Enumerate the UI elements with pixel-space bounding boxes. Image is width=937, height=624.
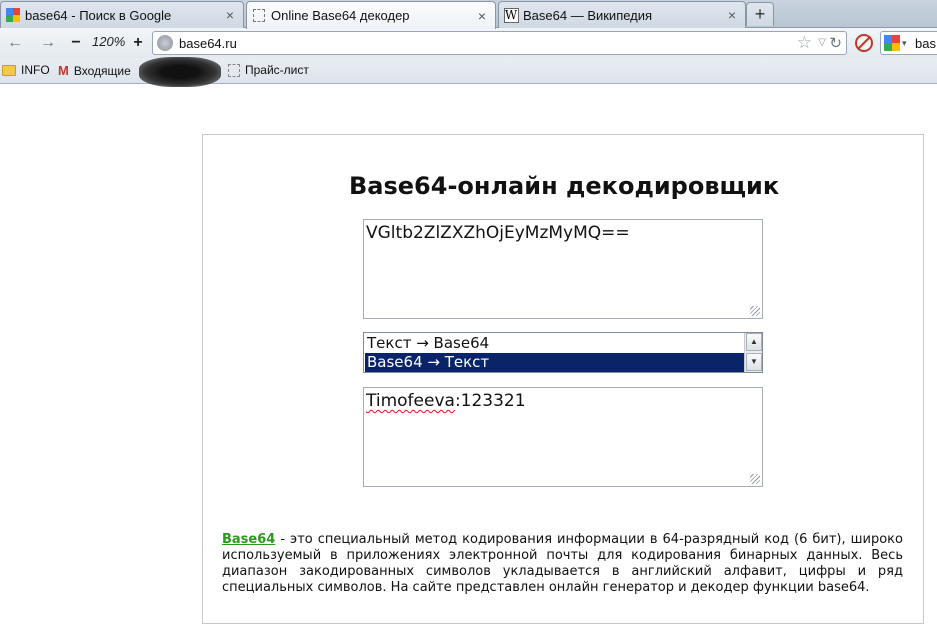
refresh-icon[interactable]: ↻ <box>829 34 842 52</box>
chevron-down-icon[interactable]: ▾ <box>902 38 907 49</box>
listbox-scrollbar[interactable]: ▲ ▼ <box>744 333 762 372</box>
input-text: VGltb2ZlZXZhOjEyMzMyMQ== <box>366 223 630 243</box>
zoom-level[interactable]: 120% <box>92 34 125 49</box>
bookmark-price-list[interactable]: Прайс-лист <box>228 63 309 77</box>
description-paragraph: Base64 - это специальный метод кодирован… <box>222 532 903 596</box>
redaction-scribble <box>139 57 221 87</box>
tab-base64-decoder[interactable]: Online Base64 декодер × <box>246 1 496 29</box>
bookmark-info[interactable]: INFO <box>2 63 50 77</box>
scroll-up-icon[interactable]: ▲ <box>746 333 762 351</box>
close-icon[interactable]: × <box>475 9 489 23</box>
blank-page-icon <box>251 8 267 24</box>
address-bar[interactable]: base64.ru ☆ ▽ ↻ <box>152 31 847 55</box>
bookmark-inbox[interactable]: M Входящие <box>58 63 131 78</box>
mode-option-encode[interactable]: Текст → Base64 <box>365 334 744 353</box>
base64-input-textarea[interactable]: VGltb2ZlZXZhOjEyMzMyMQ== <box>363 219 763 319</box>
search-input[interactable]: bas <box>915 36 936 51</box>
resize-grip-icon[interactable] <box>750 474 760 484</box>
navigation-bar: ← → − 120% + base64.ru ☆ ▽ ↻ ▾ bas <box>0 28 937 58</box>
wikipedia-icon: W <box>503 7 519 23</box>
zoom-in-button[interactable]: + <box>130 32 146 54</box>
bookmark-label: Прайс-лист <box>245 63 309 77</box>
tab-google-search[interactable]: base64 - Поиск в Google × <box>0 1 244 28</box>
history-dropdown-icon[interactable]: ▽ <box>818 37 826 48</box>
gmail-icon: M <box>58 63 69 78</box>
back-button[interactable]: ← <box>5 32 25 54</box>
new-tab-button[interactable]: + <box>746 2 774 26</box>
tab-title: Online Base64 декодер <box>271 8 410 23</box>
decoded-output-textarea[interactable]: Timofeeva:123321 <box>363 387 763 487</box>
base64-link[interactable]: Base64 <box>222 532 275 547</box>
tab-title: base64 - Поиск в Google <box>25 7 172 23</box>
globe-icon <box>157 35 173 51</box>
resize-grip-icon[interactable] <box>750 306 760 316</box>
google-icon[interactable] <box>884 35 900 51</box>
forward-button[interactable]: → <box>38 32 58 54</box>
output-text: :123321 <box>454 391 526 411</box>
bookmark-label: INFO <box>21 63 50 77</box>
tab-wikipedia[interactable]: W Base64 — Википедия × <box>498 1 746 28</box>
bookmark-label: Входящие <box>73 63 131 78</box>
noscript-icon[interactable] <box>855 34 873 52</box>
scroll-down-icon[interactable]: ▼ <box>746 353 762 371</box>
search-box[interactable]: ▾ bas <box>880 31 937 55</box>
blank-page-icon <box>228 63 240 77</box>
folder-icon <box>2 64 16 76</box>
zoom-out-button[interactable]: − <box>68 32 84 54</box>
google-icon <box>5 7 21 23</box>
close-icon[interactable]: × <box>725 8 739 22</box>
mode-select[interactable]: Текст → Base64 Base64 → Текст ▲ ▼ <box>363 332 763 373</box>
tab-title: Base64 — Википедия <box>523 7 653 23</box>
output-misspelled-word: Timofeeva <box>366 391 455 411</box>
page-title: Base64-онлайн декодировщик <box>349 172 780 200</box>
url-text[interactable]: base64.ru <box>179 36 237 51</box>
description-text: - это специальный метод кодирования инфо… <box>222 532 903 595</box>
close-icon[interactable]: × <box>223 8 237 22</box>
forward-arrow-icon: → <box>40 34 56 51</box>
back-arrow-icon: ← <box>7 34 23 51</box>
mode-option-decode[interactable]: Base64 → Текст <box>365 353 744 372</box>
tab-strip: base64 - Поиск в Google × Online Base64 … <box>0 0 937 29</box>
bookmark-star-icon[interactable]: ☆ <box>797 33 812 53</box>
